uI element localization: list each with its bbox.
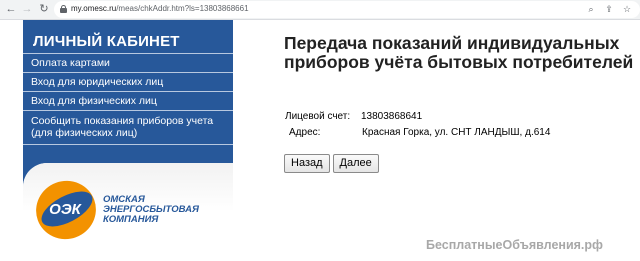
sidebar: ЛИЧНЫЙ КАБИНЕТ Оплата картами Вход для ю… (23, 20, 233, 261)
back-arrow-icon[interactable]: ← (4, 2, 18, 16)
forward-arrow-icon[interactable]: → (20, 2, 34, 16)
sidebar-menu: Оплата картами Вход для юридических лиц … (23, 53, 233, 145)
address-bar-actions: ⌕ ⇪ ☆ (586, 3, 632, 16)
sidebar-item-card-payment[interactable]: Оплата картами (23, 53, 233, 72)
browser-toolbar: ← → ↻ my.omesc.ru/meas/chkAddr.htm?ls=13… (0, 0, 640, 20)
next-button[interactable]: Далее (332, 154, 379, 173)
back-button[interactable]: Назад (284, 154, 330, 173)
watermark: БесплатныеОбъявления.рф (426, 238, 603, 252)
sidebar-item-legal-entities[interactable]: Вход для юридических лиц (23, 72, 233, 91)
form-buttons: Назад Далее (284, 154, 379, 173)
search-icon[interactable]: ⌕ (586, 3, 596, 16)
account-value: 13803868641 (361, 111, 423, 122)
url-text[interactable]: my.omesc.ru/meas/chkAddr.htm?ls=13803868… (71, 3, 249, 15)
url-host: my.omesc.ru (71, 4, 117, 13)
sidebar-item-individuals[interactable]: Вход для физических лиц (23, 91, 233, 110)
submit-readings-line2: (для физических лиц) (31, 127, 138, 139)
lock-icon (60, 5, 67, 13)
account-label: Лицевой счет: (285, 111, 351, 122)
address-value: Красная Горка, ул. СНТ ЛАНДЫШ, д.614 (362, 127, 551, 138)
logo-line3: КОМПАНИЯ (103, 214, 159, 225)
company-logo-text: ОМСКАЯ ЭНЕРГОСБЫТОВАЯ КОМПАНИЯ (103, 195, 199, 225)
submit-readings-line1: Сообщить показания приборов учета (31, 115, 214, 127)
page-title: Передача показаний индивидуальных прибор… (284, 33, 634, 72)
company-logo-card: ОЭК ОМСКАЯ ЭНЕРГОСБЫТОВАЯ КОМПАНИЯ (23, 163, 233, 261)
star-icon[interactable]: ☆ (622, 3, 632, 16)
url-path: /meas/chkAddr.htm?ls=13803868661 (116, 4, 249, 13)
menu-divider (23, 144, 233, 145)
sidebar-title: ЛИЧНЫЙ КАБИНЕТ (33, 33, 180, 50)
sidebar-item-submit-readings[interactable]: Сообщить показания приборов учета (для ф… (23, 110, 233, 144)
address-bar[interactable]: my.omesc.ru/meas/chkAddr.htm?ls=13803868… (54, 1, 640, 18)
logo-abbr: ОЭК (49, 201, 82, 218)
company-logo-emblem: ОЭК (36, 180, 96, 240)
address-label: Адрес: (289, 127, 321, 138)
share-icon[interactable]: ⇪ (604, 3, 614, 16)
reload-icon[interactable]: ↻ (37, 2, 51, 16)
